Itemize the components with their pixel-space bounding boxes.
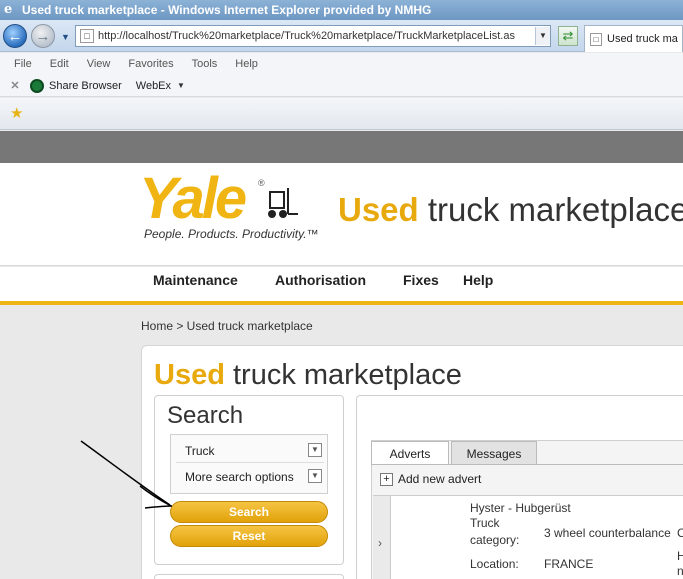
search-options: Truck ▼ More search options ▼: [170, 434, 328, 494]
history-dropdown-icon[interactable]: ▼: [61, 32, 70, 42]
forward-arrow-icon: →: [35, 27, 51, 45]
window-title: Used truck marketplace - Windows Interne…: [22, 3, 432, 17]
location-label: Location:: [470, 557, 519, 571]
truck-option-label: Truck: [185, 444, 215, 458]
header-title-highlight: Used: [338, 191, 419, 228]
links-toolbar: ✕ Share Browser WebEx ▼: [0, 75, 683, 97]
plus-icon: +: [380, 472, 393, 486]
category-extra: C: [677, 526, 683, 540]
location-value: FRANCE: [544, 557, 594, 571]
close-toolbar-icon[interactable]: ✕: [0, 79, 30, 92]
menu-bar: File Edit View Favorites Tools Help: [0, 53, 683, 75]
chevron-right-icon[interactable]: ›: [378, 536, 382, 550]
tab-adverts[interactable]: Adverts: [371, 441, 449, 465]
reset-button[interactable]: Reset: [170, 525, 328, 547]
menu-fixes[interactable]: Fixes: [403, 272, 439, 288]
menu-file[interactable]: File: [14, 58, 32, 70]
back-arrow-icon: ←: [7, 27, 23, 45]
refresh-button[interactable]: ⇄: [558, 26, 578, 46]
page-title-rest: truck marketplace: [224, 359, 462, 391]
browser-tab-label: Used truck ma: [607, 33, 678, 45]
menu-tools[interactable]: Tools: [192, 58, 218, 70]
ie-logo-icon: e: [4, 2, 13, 17]
page-title-highlight: Used: [154, 359, 225, 391]
page-title: Used truck marketplace: [154, 359, 462, 392]
row-expander[interactable]: ›: [373, 496, 391, 579]
share-browser-button[interactable]: Share Browser: [49, 80, 122, 92]
header-title: Used truck marketplace: [338, 191, 683, 229]
menu-help[interactable]: Help: [235, 58, 258, 70]
window-titlebar: e Used truck marketplace - Windows Inter…: [0, 0, 683, 20]
more-search-options[interactable]: More search options ▼: [176, 465, 324, 489]
webex-dropdown-icon[interactable]: ▼: [177, 81, 185, 90]
main-menu: Maintenance Authorisation Fixes Help: [0, 267, 683, 305]
tab-messages[interactable]: Messages: [451, 441, 537, 465]
navigation-bar: ← → ▼ □ http://localhost/Truck%20marketp…: [0, 20, 683, 52]
extra-2: n: [677, 564, 683, 578]
refresh-icon: ⇄: [562, 28, 574, 43]
chevron-down-icon[interactable]: ▼: [308, 443, 322, 457]
category-label-cont: category:: [470, 533, 520, 547]
page-top-band: [0, 131, 683, 163]
browser-tab[interactable]: □ Used truck ma: [584, 25, 683, 52]
menu-edit[interactable]: Edit: [50, 58, 69, 70]
favorites-bar: ★: [0, 98, 683, 130]
menu-view[interactable]: View: [87, 58, 111, 70]
share-browser-icon: [30, 78, 44, 93]
advert-name[interactable]: Hyster - Hubgerüst: [470, 501, 571, 516]
secondary-panel: [154, 574, 344, 579]
page-icon: □: [80, 29, 94, 43]
address-url[interactable]: http://localhost/Truck%20marketplace/Tru…: [98, 30, 535, 42]
chevron-down-icon[interactable]: ▼: [308, 469, 322, 483]
webex-button[interactable]: WebEx: [136, 80, 171, 92]
category-value: 3 wheel counterbalance: [544, 526, 671, 540]
site-header: Yale ® People. Products. Productivity.™ …: [0, 163, 683, 266]
search-button[interactable]: Search: [170, 501, 328, 523]
menu-authorisation[interactable]: Authorisation: [275, 272, 366, 288]
address-bar[interactable]: □ http://localhost/Truck%20marketplace/T…: [75, 25, 551, 47]
back-button[interactable]: ←: [3, 24, 27, 48]
favorites-star-icon[interactable]: ★: [10, 106, 23, 122]
category-label: Truck: [470, 516, 500, 530]
tab-page-icon: □: [590, 32, 602, 46]
truck-option[interactable]: Truck ▼: [176, 439, 324, 463]
add-new-advert-button[interactable]: + Add new advert: [380, 472, 481, 486]
logo-tagline: People. Products. Productivity.™: [144, 227, 319, 241]
breadcrumb[interactable]: Home > Used truck marketplace: [141, 319, 313, 333]
extra-1: H: [677, 549, 683, 563]
menu-help-site[interactable]: Help: [463, 272, 493, 288]
tab-divider: [371, 464, 683, 465]
address-dropdown-icon[interactable]: ▼: [535, 27, 550, 45]
menu-maintenance[interactable]: Maintenance: [153, 272, 238, 288]
search-title: Search: [167, 402, 244, 429]
menu-favorites[interactable]: Favorites: [128, 58, 173, 70]
yale-logo[interactable]: Yale: [139, 167, 247, 231]
header-title-rest: truck marketplace: [418, 191, 683, 228]
forward-button[interactable]: →: [31, 24, 55, 48]
more-search-options-label: More search options: [185, 470, 294, 484]
add-new-advert-label: Add new advert: [398, 472, 482, 486]
forklift-logo-icon: [268, 188, 298, 218]
